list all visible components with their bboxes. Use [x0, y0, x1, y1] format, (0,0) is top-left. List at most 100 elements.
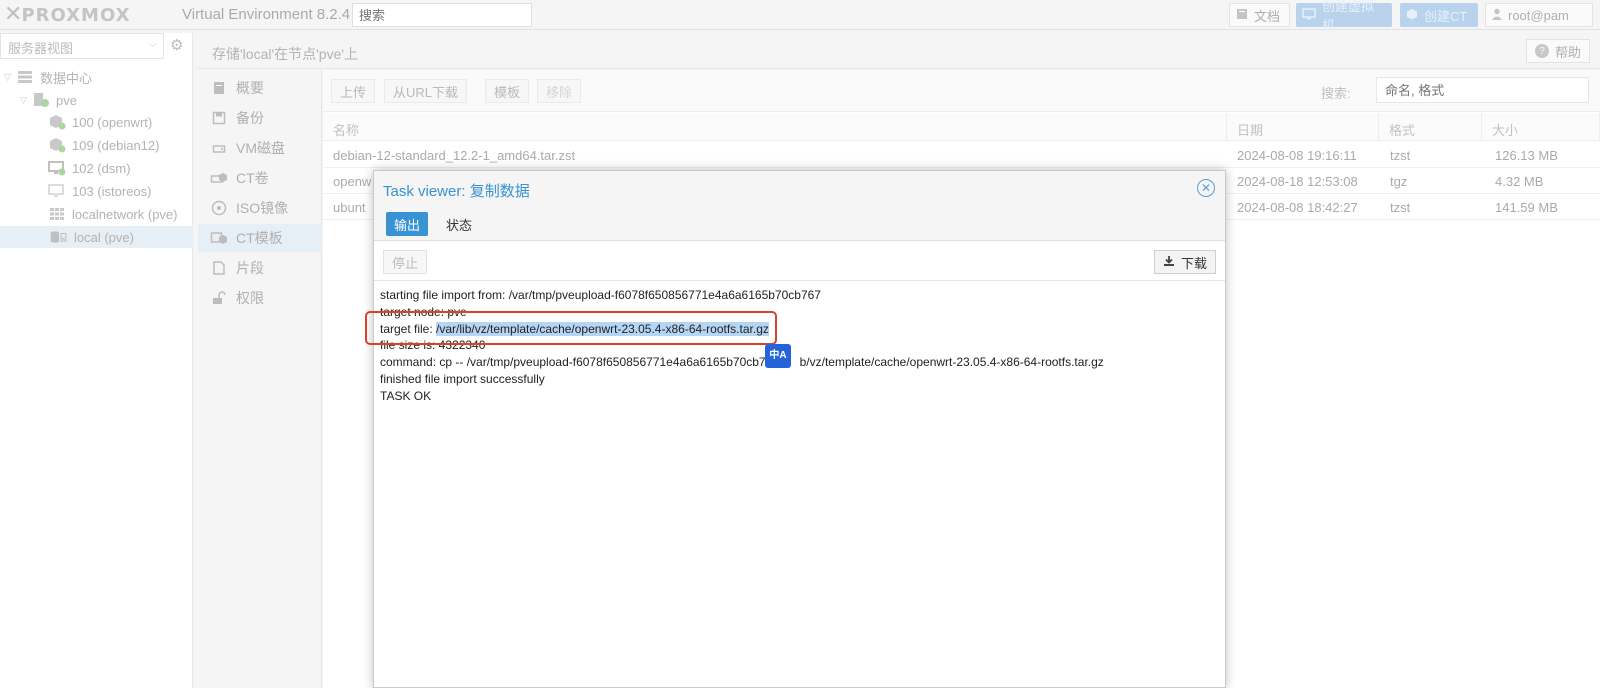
- network-grid-icon: [48, 206, 66, 222]
- help-button[interactable]: ? 帮助: [1525, 39, 1590, 63]
- log-text: command: cp -- /var/tmp/pveupload-f6078f…: [380, 355, 786, 370]
- search-label: 搜索:: [1321, 86, 1351, 101]
- nav-label: 权限: [236, 290, 264, 306]
- nav-vm-disks[interactable]: VM磁盘: [198, 134, 322, 162]
- tree-item-label: pve: [56, 92, 77, 108]
- close-icon[interactable]: ✕: [1197, 179, 1215, 197]
- docs-button[interactable]: 文档: [1229, 3, 1290, 27]
- col-header-date[interactable]: 日期: [1227, 113, 1379, 141]
- nav-ct-volumes[interactable]: CT卷: [198, 164, 322, 192]
- nav-permissions[interactable]: 权限: [198, 284, 322, 312]
- tree-item-label: localnetwork (pve): [72, 206, 178, 222]
- nav-label: CT卷: [236, 170, 269, 186]
- dialog-title-task: 复制数据: [469, 183, 530, 200]
- disc-icon: [210, 200, 228, 216]
- task-log-output: starting file import from: /var/tmp/pveu…: [380, 287, 1220, 405]
- dialog-toolbar: 停止 下载: [374, 243, 1225, 281]
- view-selector-label: 服务器视图: [8, 41, 74, 56]
- ct-volume-icon: [210, 171, 228, 185]
- tab-status[interactable]: 状态: [438, 212, 480, 236]
- nav-iso-images[interactable]: ISO镜像: [198, 194, 322, 222]
- vm-icon: [48, 160, 66, 176]
- chevron-down-icon: ⌵: [148, 38, 157, 50]
- hdd-icon: [210, 141, 228, 155]
- cell-name: ubunt: [333, 200, 366, 215]
- nav-summary[interactable]: 概要: [198, 74, 322, 102]
- col-header-format[interactable]: 格式: [1379, 113, 1482, 141]
- tree-item-label: local (pve): [74, 229, 134, 245]
- annotation-highlight-box: [365, 311, 777, 345]
- tree-item-label: 109 (debian12): [72, 137, 160, 153]
- storage-subnav: 概要 备份 VM磁盘 CT卷 ISO镜像 CT模板 片段 权限: [198, 70, 322, 688]
- cell-name: debian-12-standard_12.2-1_amd64.tar.zst: [333, 148, 576, 163]
- cell-date: 2024-08-08 18:42:27: [1237, 200, 1358, 215]
- user-menu-button[interactable]: root@pam: [1485, 3, 1593, 27]
- node-icon: [32, 92, 50, 108]
- question-icon: ?: [1534, 44, 1549, 58]
- proxmox-logo: ✕ PROXMOX: [4, 4, 130, 26]
- tab-output[interactable]: 输出: [386, 212, 429, 236]
- unlock-icon: [210, 291, 228, 305]
- create-ct-button[interactable]: 创建CT: [1400, 3, 1478, 27]
- tree-item-label: 100 (openwrt): [72, 114, 153, 130]
- tree-item-datacenter[interactable]: ▽ 数据中心: [4, 66, 92, 88]
- nav-ct-templates[interactable]: CT模板: [198, 224, 322, 252]
- view-selector[interactable]: 服务器视图 ⌵: [0, 33, 164, 59]
- log-text: b/vz/template/cache/openwrt-23.05.4-x86-…: [799, 355, 1104, 370]
- cell-date: 2024-08-08 19:16:11: [1237, 148, 1357, 163]
- nav-backup[interactable]: 备份: [198, 104, 322, 132]
- templates-button[interactable]: 模板: [485, 79, 530, 103]
- log-line: starting file import from: /var/tmp/pveu…: [380, 288, 821, 302]
- monitor-icon: [1302, 7, 1316, 23]
- translate-icon[interactable]: 中A: [765, 344, 791, 368]
- tree-item-localnetwork[interactable]: localnetwork (pve): [48, 203, 178, 225]
- gear-icon[interactable]: ⚙: [170, 36, 183, 54]
- url-download-button[interactable]: 从URL下载: [384, 79, 468, 103]
- user-icon: [1492, 8, 1502, 23]
- remove-button[interactable]: 移除: [537, 79, 582, 103]
- tree-item-pve[interactable]: ▽ pve: [20, 89, 77, 111]
- logo-wordmark: PROXMOX: [21, 4, 131, 26]
- nav-label: CT模板: [236, 230, 283, 246]
- cell-size: 4.32 MB: [1495, 174, 1544, 189]
- global-search-input[interactable]: [352, 3, 532, 27]
- cell-format: tgz: [1390, 174, 1408, 189]
- nav-label: 片段: [236, 260, 264, 276]
- download-button[interactable]: 下载: [1153, 250, 1216, 274]
- container-icon: [48, 114, 66, 130]
- help-label: 帮助: [1554, 44, 1581, 60]
- task-viewer-dialog: Task viewer: 复制数据 ✕ 输出 状态 停止 下载 starting…: [373, 170, 1226, 688]
- log-line: TASK OK: [380, 388, 432, 403]
- logo-x-mark: ✕: [4, 2, 22, 27]
- create-vm-label: 创建虚拟机: [1322, 0, 1375, 33]
- nav-label: 概要: [236, 80, 264, 96]
- tree-item-local[interactable]: local (pve): [0, 226, 193, 248]
- download-icon: [1163, 255, 1175, 270]
- content-toolbar: 上传 从URL下载 模板 移除 搜索:: [323, 70, 1600, 112]
- tree-item-103[interactable]: 103 (istoreos): [48, 180, 151, 202]
- nav-snippets[interactable]: 片段: [198, 254, 322, 282]
- create-ct-label: 创建CT: [1424, 8, 1468, 24]
- dialog-header: Task viewer: 复制数据 ✕: [374, 171, 1225, 205]
- col-header-name[interactable]: 名称: [323, 113, 1227, 141]
- cell-format: tzst: [1390, 200, 1411, 215]
- template-search-input[interactable]: [1376, 77, 1589, 103]
- dialog-title: Task viewer: 复制数据: [383, 180, 530, 201]
- caret-down-icon: ▽: [20, 94, 27, 105]
- cell-date: 2024-08-18 12:53:08: [1237, 174, 1358, 189]
- create-vm-button[interactable]: 创建虚拟机: [1296, 0, 1392, 33]
- tree-item-100[interactable]: 100 (openwrt): [48, 111, 152, 133]
- dialog-title-prefix: Task viewer:: [383, 183, 470, 200]
- col-header-size[interactable]: 大小: [1482, 113, 1600, 141]
- book-icon: [210, 81, 228, 95]
- log-line: finished file import successfully: [380, 371, 545, 386]
- table-row[interactable]: debian-12-standard_12.2-1_amd64.tar.zst …: [323, 142, 1600, 168]
- nav-label: ISO镜像: [236, 200, 289, 216]
- upload-button[interactable]: 上传: [331, 79, 376, 103]
- server-stack-icon: [16, 69, 34, 85]
- stop-button[interactable]: 停止: [383, 250, 428, 274]
- log-line: command: cp -- /var/tmp/pveupload-f6078f…: [380, 354, 1220, 371]
- tree-item-102[interactable]: 102 (dsm): [48, 157, 131, 179]
- tree-item-109[interactable]: 109 (debian12): [48, 134, 159, 156]
- floppy-icon: [210, 111, 228, 125]
